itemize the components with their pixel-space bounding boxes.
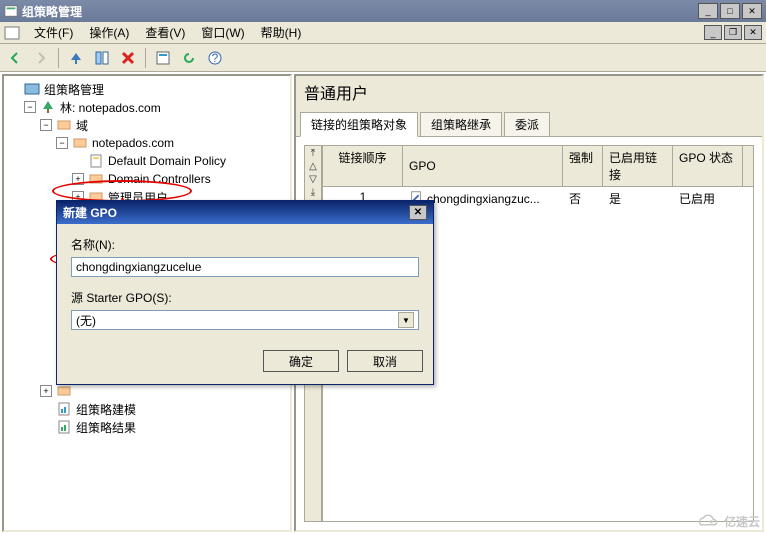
col-status[interactable]: GPO 状态 — [673, 146, 743, 186]
tree-label: 组策略管理 — [44, 81, 104, 98]
tree-label: 组策略建模 — [76, 401, 136, 418]
delete-button[interactable] — [117, 47, 139, 69]
maximize-button[interactable]: □ — [720, 3, 740, 19]
starter-select[interactable]: (无) ▼ — [71, 310, 419, 330]
app-icon — [4, 4, 18, 18]
col-gpo[interactable]: GPO — [403, 146, 563, 186]
minimize-button[interactable]: _ — [698, 3, 718, 19]
dialog-titlebar[interactable]: 新建 GPO ✕ — [57, 201, 433, 224]
col-enforced[interactable]: 强制 — [563, 146, 603, 186]
tree-forest[interactable]: −林: notepados.com — [8, 98, 286, 116]
report-icon — [56, 401, 72, 417]
tree-ddp[interactable]: Default Domain Policy — [8, 152, 286, 170]
new-gpo-dialog: 新建 GPO ✕ 名称(N): 源 Starter GPO(S): (无) ▼ … — [56, 200, 434, 385]
menu-help[interactable]: 帮助(H) — [253, 22, 310, 43]
toolbar: ? — [0, 44, 766, 72]
tree-dc[interactable]: +Domain Controllers — [8, 170, 286, 188]
tree-label: 域 — [76, 117, 88, 134]
tree-label: Domain Controllers — [108, 172, 211, 186]
tab-linked-gpo[interactable]: 链接的组策略对象 — [300, 112, 418, 137]
gpo-icon — [88, 153, 104, 169]
tree-label: 组策略结果 — [76, 419, 136, 436]
watermark: 亿速云 — [696, 512, 760, 530]
tabs: 链接的组策略对象 组策略继承 委派 — [296, 108, 762, 137]
starter-value: (无) — [76, 312, 96, 329]
system-menu-icon[interactable] — [4, 25, 20, 41]
col-linkenabled[interactable]: 已启用链接 — [603, 146, 673, 186]
tree-domain[interactable]: −notepados.com — [8, 134, 286, 152]
menu-action[interactable]: 操作(A) — [81, 22, 137, 43]
svg-text:?: ? — [212, 51, 219, 65]
properties-button[interactable] — [152, 47, 174, 69]
cell-linkenabled: 是 — [603, 187, 673, 210]
mdi-restore-button[interactable]: ❐ — [724, 25, 742, 40]
starter-label: 源 Starter GPO(S): — [71, 289, 419, 306]
dialog-close-button[interactable]: ✕ — [409, 205, 427, 220]
domain-icon — [72, 135, 88, 151]
mdi-minimize-button[interactable]: _ — [704, 25, 722, 40]
chevron-down-icon: ▼ — [398, 312, 414, 328]
tree-gpresult[interactable]: 组策略结果 — [8, 418, 286, 436]
move-bottom-button[interactable]: ⤓ — [311, 187, 315, 198]
up-button[interactable] — [65, 47, 87, 69]
tab-delegation[interactable]: 委派 — [504, 112, 550, 136]
menubar: 文件(F) 操作(A) 查看(V) 窗口(W) 帮助(H) _ ❐ ✕ — [0, 22, 766, 44]
cancel-button[interactable]: 取消 — [347, 350, 423, 372]
ou-icon — [88, 171, 104, 187]
ok-button[interactable]: 确定 — [263, 350, 339, 372]
cell-enforced: 否 — [563, 187, 603, 210]
tree-gpmodel[interactable]: 组策略建模 — [8, 400, 286, 418]
move-up-button[interactable]: △ — [309, 161, 317, 172]
menu-file[interactable]: 文件(F) — [26, 22, 81, 43]
tree-label: Default Domain Policy — [108, 154, 226, 168]
dialog-title: 新建 GPO — [63, 204, 117, 221]
tree-domains[interactable]: −域 — [8, 116, 286, 134]
menu-view[interactable]: 查看(V) — [137, 22, 193, 43]
menu-window[interactable]: 窗口(W) — [193, 22, 252, 43]
forest-icon — [40, 99, 56, 115]
move-top-button[interactable]: ⤒ — [311, 148, 315, 159]
name-input[interactable] — [71, 257, 419, 277]
move-down-button[interactable]: ▽ — [309, 174, 317, 185]
close-button[interactable]: ✕ — [742, 3, 762, 19]
report-icon — [56, 419, 72, 435]
tree-root[interactable]: 组策略管理 — [8, 80, 286, 98]
help-button[interactable]: ? — [204, 47, 226, 69]
refresh-button[interactable] — [178, 47, 200, 69]
tree-label: notepados.com — [92, 136, 174, 150]
titlebar: 组策略管理 _ □ ✕ — [0, 0, 766, 22]
tab-inheritance[interactable]: 组策略继承 — [420, 112, 502, 136]
forward-button — [30, 47, 52, 69]
gpm-icon — [24, 81, 40, 97]
name-label: 名称(N): — [71, 236, 419, 253]
cell-status: 已启用 — [673, 187, 743, 210]
tree-label: 林: notepados.com — [60, 99, 161, 116]
folder-icon — [56, 383, 72, 399]
back-button[interactable] — [4, 47, 26, 69]
panel-header: 普通用户 — [296, 76, 762, 108]
col-order[interactable]: 链接顺序 — [323, 146, 403, 186]
show-tree-button[interactable] — [91, 47, 113, 69]
domains-icon — [56, 117, 72, 133]
mdi-close-button[interactable]: ✕ — [744, 25, 762, 40]
window-title: 组策略管理 — [22, 3, 696, 20]
